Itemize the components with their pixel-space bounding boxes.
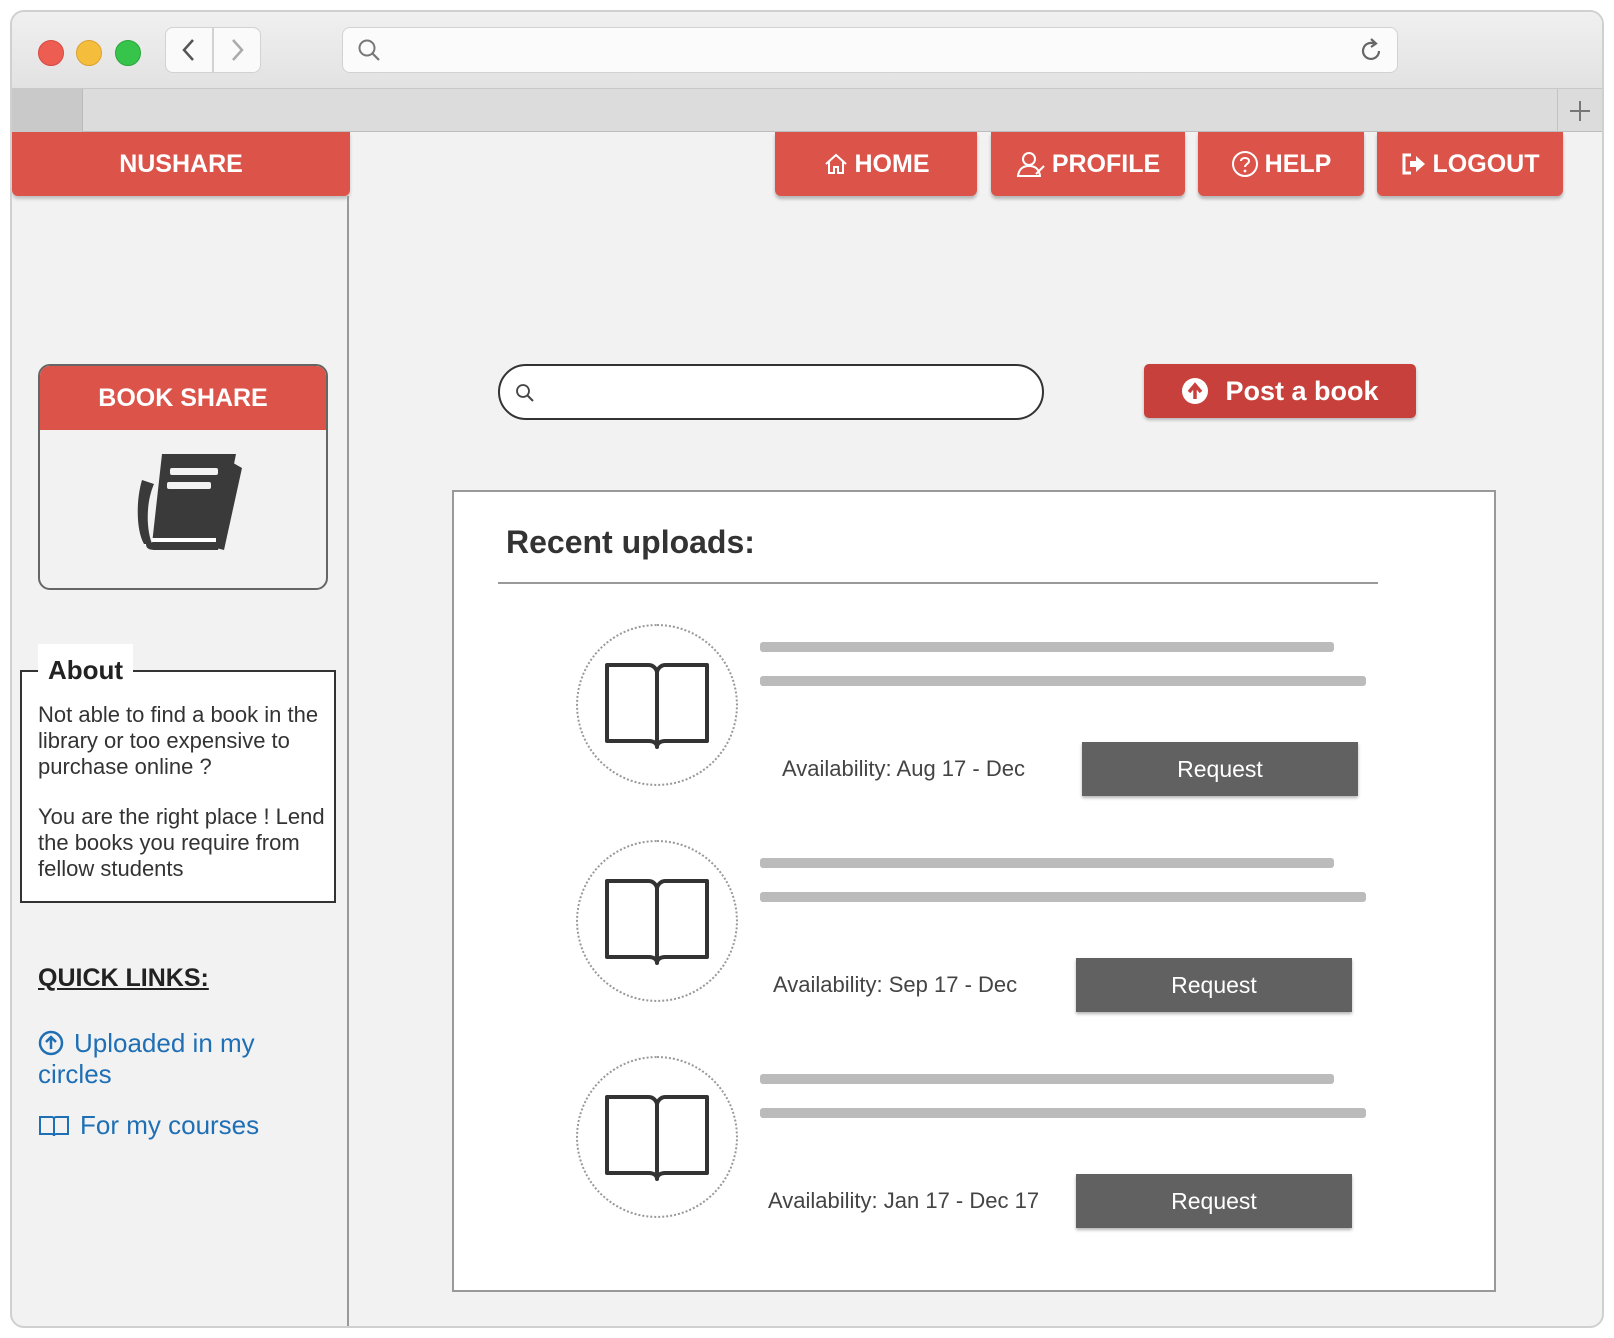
availability-text: Availability: Sep 17 - Dec <box>773 972 1018 997</box>
recent-uploads-panel: Recent uploads: Availability: Aug 17 - D… <box>452 490 1496 1292</box>
zoom-window-button[interactable] <box>115 40 141 66</box>
nav-help-label: HELP <box>1264 149 1332 178</box>
search-input[interactable] <box>550 372 1024 414</box>
nav-help-button[interactable]: HELP <box>1198 132 1364 196</box>
book-thumbnail <box>576 624 738 786</box>
about-title: About <box>38 644 134 690</box>
browser-window: NUSHARE HOME PROFILE HELP LOGOUT BOOK SH… <box>10 10 1604 1328</box>
title-placeholder-line <box>760 858 1334 868</box>
title-bar <box>12 12 1602 88</box>
home-icon <box>824 153 847 174</box>
nav-home-button[interactable]: HOME <box>775 132 977 196</box>
about-text: Not able to find a book in the library o… <box>38 702 338 906</box>
browser-tab[interactable] <box>12 89 83 132</box>
title-placeholder-line <box>760 1074 1334 1084</box>
reload-icon[interactable] <box>1357 37 1385 65</box>
recent-uploads-title: Recent uploads: <box>506 524 755 560</box>
chevron-right-icon <box>232 39 244 61</box>
book-share-title: BOOK SHARE <box>40 366 326 430</box>
open-book-icon <box>605 663 709 749</box>
title-placeholder-line <box>760 642 1334 652</box>
open-book-icon <box>605 1095 709 1181</box>
plus-icon <box>1570 100 1590 121</box>
availability-text: Availability: Aug 17 - Dec <box>782 756 1025 781</box>
search-icon <box>358 39 380 61</box>
upload-circle-icon <box>38 1030 64 1056</box>
nav-home-label: HOME <box>854 149 930 178</box>
request-button[interactable]: Request <box>1076 1174 1352 1228</box>
upload-item: Availability: Jan 17 - Dec 17 Request <box>454 1056 1494 1228</box>
new-tab-button[interactable] <box>1557 89 1602 132</box>
chevron-left-icon <box>182 39 194 61</box>
user-icon <box>1016 152 1045 177</box>
upload-circle-icon <box>1182 378 1209 404</box>
tab-strip <box>12 88 1602 132</box>
nav-logout-button[interactable]: LOGOUT <box>1377 132 1563 196</box>
author-placeholder-line <box>760 892 1366 902</box>
address-bar[interactable] <box>342 27 1398 73</box>
sidebar-divider <box>347 196 349 1326</box>
post-a-book-label: Post a book <box>1225 375 1379 406</box>
open-book-icon <box>39 1116 69 1137</box>
request-button[interactable]: Request <box>1082 742 1358 796</box>
brand-logo[interactable]: NUSHARE <box>12 132 350 196</box>
quick-links-title: QUICK LINKS: <box>38 964 209 992</box>
logout-icon <box>1402 153 1425 175</box>
post-a-book-button[interactable]: Post a book <box>1144 364 1416 418</box>
availability-text: Availability: Jan 17 - Dec 17 <box>768 1188 1040 1213</box>
back-button[interactable] <box>165 27 213 73</box>
author-placeholder-line <box>760 676 1366 686</box>
open-book-icon <box>605 879 709 965</box>
forward-button[interactable] <box>213 27 261 73</box>
nav-profile-label: PROFILE <box>1051 149 1161 178</box>
about-paragraph-1: Not able to find a book in the library o… <box>38 702 319 779</box>
book-share-card[interactable]: BOOK SHARE <box>38 364 328 590</box>
book-thumbnail <box>576 840 738 1002</box>
nav-logout-label: LOGOUT <box>1432 149 1540 178</box>
title-divider <box>498 582 1378 584</box>
book-search[interactable] <box>498 364 1044 420</box>
upload-item: Availability: Aug 17 - Dec Request <box>454 624 1494 796</box>
quick-link-uploaded-in-circles[interactable]: Uploaded in my circles <box>38 1028 318 1090</box>
about-paragraph-2: You are the right place ! Lend the books… <box>38 804 325 881</box>
question-icon <box>1231 151 1258 177</box>
quick-link-for-my-courses[interactable]: For my courses <box>38 1110 318 1141</box>
quick-link-label: Uploaded in my circles <box>38 1028 255 1089</box>
book-icon <box>137 454 242 550</box>
book-thumbnail <box>576 1056 738 1218</box>
request-button[interactable]: Request <box>1076 958 1352 1012</box>
nav-profile-button[interactable]: PROFILE <box>991 132 1185 196</box>
close-window-button[interactable] <box>38 40 64 66</box>
upload-item: Availability: Sep 17 - Dec Request <box>454 840 1494 1012</box>
minimize-window-button[interactable] <box>76 40 102 66</box>
search-icon <box>516 384 534 402</box>
quick-link-label: For my courses <box>80 1110 260 1140</box>
author-placeholder-line <box>760 1108 1366 1118</box>
